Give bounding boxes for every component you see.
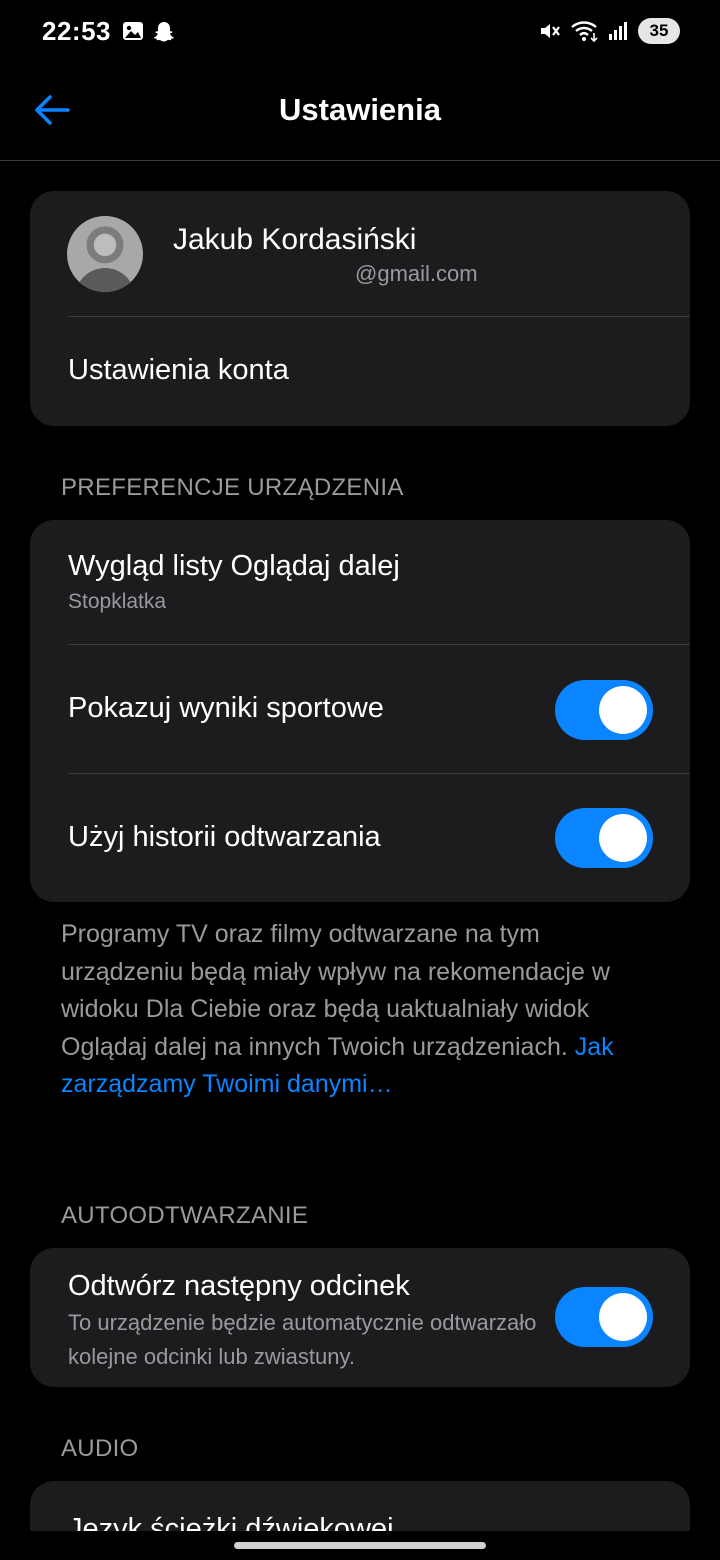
watch-next-layout-value: Stopklatka <box>68 590 167 613</box>
notification-icons <box>122 20 176 44</box>
watch-next-layout-label: Wygląd listy Oglądaj dalej <box>68 550 400 582</box>
user-email: @gmail.com <box>355 261 478 286</box>
sports-scores-toggle[interactable] <box>555 680 653 740</box>
autoplay-card: Odtwórz następny odcinek To urządzenie b… <box>30 1248 690 1387</box>
signal-icon <box>609 22 627 40</box>
divider <box>68 644 690 645</box>
status-time: 22:53 <box>42 16 111 46</box>
sports-scores-label: Pokazuj wyniki sportowe <box>68 692 384 724</box>
watch-next-layout-row[interactable]: Wygląd listy Oglądaj dalej Stopklatka <box>30 520 690 644</box>
system-icons: 35 <box>538 18 680 44</box>
mute-icon <box>541 24 560 38</box>
audio-card-clip: Język ścieżki dźwiękowej <box>0 1481 720 1531</box>
battery-icon: 35 <box>638 18 680 44</box>
status-bar: 22:53 35 <box>0 0 720 66</box>
divider <box>68 773 690 774</box>
section-heading-device-preferences: PREFERENCJE URZĄDZENIA <box>61 474 404 501</box>
next-episode-label: Odtwórz następny odcinek <box>68 1270 410 1302</box>
divider <box>68 316 690 317</box>
home-indicator[interactable] <box>234 1542 486 1549</box>
playback-history-label: Użyj historii odtwarzania <box>68 821 381 853</box>
info-text: Programy TV oraz filmy odtwarzane na tym… <box>61 920 610 1061</box>
next-episode-description: To urządzenie będzie automatycznie odtwa… <box>68 1310 537 1369</box>
next-episode-toggle[interactable] <box>555 1287 653 1347</box>
account-settings-button[interactable]: Ustawienia konta <box>68 354 289 387</box>
user-name: Jakub Kordasiński <box>173 223 417 256</box>
image-icon <box>123 22 143 40</box>
snapchat-icon <box>153 22 174 42</box>
section-heading-autoplay: AUTOODTWARZANIE <box>61 1202 309 1229</box>
account-card: Jakub Kordasiński @gmail.com Ustawienia … <box>30 191 690 426</box>
audio-track-language-row[interactable]: Język ścieżki dźwiękowej <box>68 1513 394 1531</box>
audio-card: Język ścieżki dźwiękowej <box>30 1481 690 1531</box>
device-preferences-card: Wygląd listy Oglądaj dalej Stopklatka Po… <box>30 520 690 902</box>
wifi-icon <box>571 21 598 43</box>
playback-history-info: Programy TV oraz filmy odtwarzane na tym… <box>61 916 661 1104</box>
section-heading-audio: AUDIO <box>61 1435 139 1462</box>
page-title: Ustawienia <box>279 92 441 127</box>
nav-header: Ustawienia <box>0 66 720 161</box>
playback-history-toggle[interactable] <box>555 808 653 868</box>
avatar <box>67 216 143 292</box>
